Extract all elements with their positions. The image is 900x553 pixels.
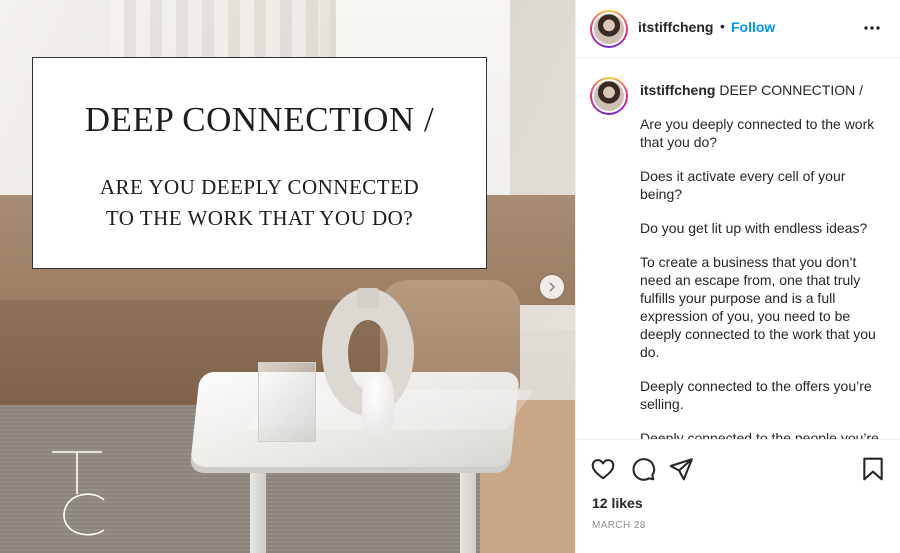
post-header: itstiffcheng • Follow bbox=[576, 0, 900, 58]
heart-icon[interactable] bbox=[590, 456, 616, 482]
separator-dot: • bbox=[720, 18, 725, 34]
caption-paragraph: Do you get lit up with endless ideas? bbox=[640, 220, 868, 236]
caption-paragraph: Deeply connected to the offers you’re se… bbox=[640, 378, 872, 412]
card-title: DEEP CONNECTION / bbox=[84, 100, 435, 139]
action-bar: 12 likes MARCH 28 bbox=[576, 439, 900, 553]
caption-avatar[interactable] bbox=[590, 77, 628, 115]
caption-paragraph: Are you deeply connected to the work tha… bbox=[640, 116, 875, 150]
glass-decor bbox=[258, 362, 316, 442]
more-horizontal-icon[interactable] bbox=[862, 18, 882, 38]
next-slide-button[interactable] bbox=[540, 275, 564, 299]
avatar[interactable] bbox=[590, 10, 628, 48]
card-subtitle-line: TO THE WORK THAT YOU DO? bbox=[105, 206, 414, 230]
post-image[interactable]: DEEP CONNECTION / ARE YOU DEEPLY CONNECT… bbox=[0, 0, 575, 553]
small-vase bbox=[362, 372, 394, 434]
caption-paragraph: To create a business that you don’t need… bbox=[640, 254, 876, 360]
card-subtitle: ARE YOU DEEPLY CONNECTED TO THE WORK THA… bbox=[33, 172, 486, 234]
caption-paragraph: Does it activate every cell of your bein… bbox=[640, 168, 846, 202]
quote-card: DEEP CONNECTION / ARE YOU DEEPLY CONNECT… bbox=[32, 57, 487, 269]
caption-username[interactable]: itstiffcheng bbox=[640, 82, 715, 98]
post-sidebar: itstiffcheng • Follow itstiffcheng DEEP … bbox=[575, 0, 900, 553]
table-leg bbox=[460, 470, 476, 553]
share-icon[interactable] bbox=[668, 456, 694, 482]
card-subtitle-line: ARE YOU DEEPLY CONNECTED bbox=[99, 175, 420, 199]
caption-first-line: DEEP CONNECTION / bbox=[719, 82, 863, 98]
chevron-right-icon bbox=[549, 282, 556, 292]
tc-logo bbox=[52, 451, 105, 536]
vase-neck bbox=[357, 288, 379, 308]
follow-button[interactable]: Follow bbox=[731, 19, 775, 35]
header-username[interactable]: itstiffcheng bbox=[638, 19, 713, 35]
comment-icon[interactable] bbox=[630, 456, 656, 482]
likes-count[interactable]: 12 likes bbox=[592, 495, 643, 511]
table-leg bbox=[250, 470, 266, 553]
bookmark-icon[interactable] bbox=[860, 456, 886, 482]
caption-area[interactable]: itstiffcheng DEEP CONNECTION / Are you d… bbox=[576, 59, 900, 439]
post-date: MARCH 28 bbox=[592, 520, 646, 531]
caption-text: itstiffcheng DEEP CONNECTION / Are you d… bbox=[640, 81, 890, 439]
caption-paragraph: Deeply connected to the people you’re bbox=[640, 430, 879, 439]
